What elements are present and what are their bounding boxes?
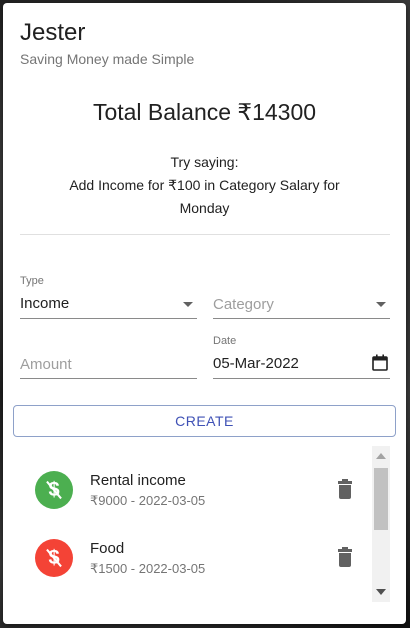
category-select[interactable]: Category xyxy=(213,275,390,319)
create-button[interactable]: CREATE xyxy=(13,405,396,437)
app-subtitle: Saving Money made Simple xyxy=(20,51,195,67)
amount-underline xyxy=(20,378,197,379)
scrollbar[interactable] xyxy=(372,446,390,602)
hint-example: Add Income for ₹100 in Category Salary f… xyxy=(69,177,340,216)
amount-placeholder: Amount xyxy=(20,356,72,373)
app-title: Jester xyxy=(20,19,86,46)
transaction-name: Rental income xyxy=(90,472,186,489)
calendar-icon[interactable] xyxy=(372,354,388,371)
type-label: Type xyxy=(20,275,44,287)
date-label: Date xyxy=(213,335,237,347)
transaction-meta: ₹9000 - 2022-03-05 xyxy=(90,493,206,508)
chevron-down-icon xyxy=(376,302,386,307)
transactions-list[interactable]: $ Rental income ₹9000 - 2022-03-05 $ Foo… xyxy=(20,446,390,602)
category-placeholder: Category xyxy=(213,296,274,313)
date-input[interactable]: Date 05-Mar-2022 xyxy=(213,335,390,379)
amount-input[interactable]: Amount xyxy=(20,335,197,379)
type-underline xyxy=(20,318,197,319)
scroll-up-arrow[interactable] xyxy=(376,453,386,459)
list-item[interactable]: $ Food ₹1500 - 2022-03-05 xyxy=(20,526,372,594)
scrollbar-thumb[interactable] xyxy=(374,468,388,530)
expense-icon: $ xyxy=(35,539,73,577)
chevron-down-icon xyxy=(183,302,193,307)
date-value: 05-Mar-2022 xyxy=(213,355,299,372)
date-underline xyxy=(213,378,390,379)
transaction-name: Food xyxy=(90,540,125,557)
total-balance: Total Balance ₹14300 xyxy=(92,99,317,125)
hint-heading: Try saying: xyxy=(170,154,239,170)
transaction-meta: ₹1500 - 2022-03-05 xyxy=(90,561,206,576)
scroll-down-arrow[interactable] xyxy=(376,589,386,595)
income-icon: $ xyxy=(35,471,73,509)
type-value: Income xyxy=(20,295,70,312)
trash-icon[interactable] xyxy=(338,479,352,499)
divider xyxy=(20,234,390,235)
main-card: Jester Saving Money made Simple Total Ba… xyxy=(3,3,406,624)
category-underline xyxy=(213,318,390,319)
trash-icon[interactable] xyxy=(338,547,352,567)
type-select[interactable]: Type Income xyxy=(20,275,197,319)
list-item[interactable]: $ Rental income ₹9000 - 2022-03-05 xyxy=(20,458,372,526)
voice-hint: Try saying: Add Income for ₹100 in Categ… xyxy=(43,151,366,220)
